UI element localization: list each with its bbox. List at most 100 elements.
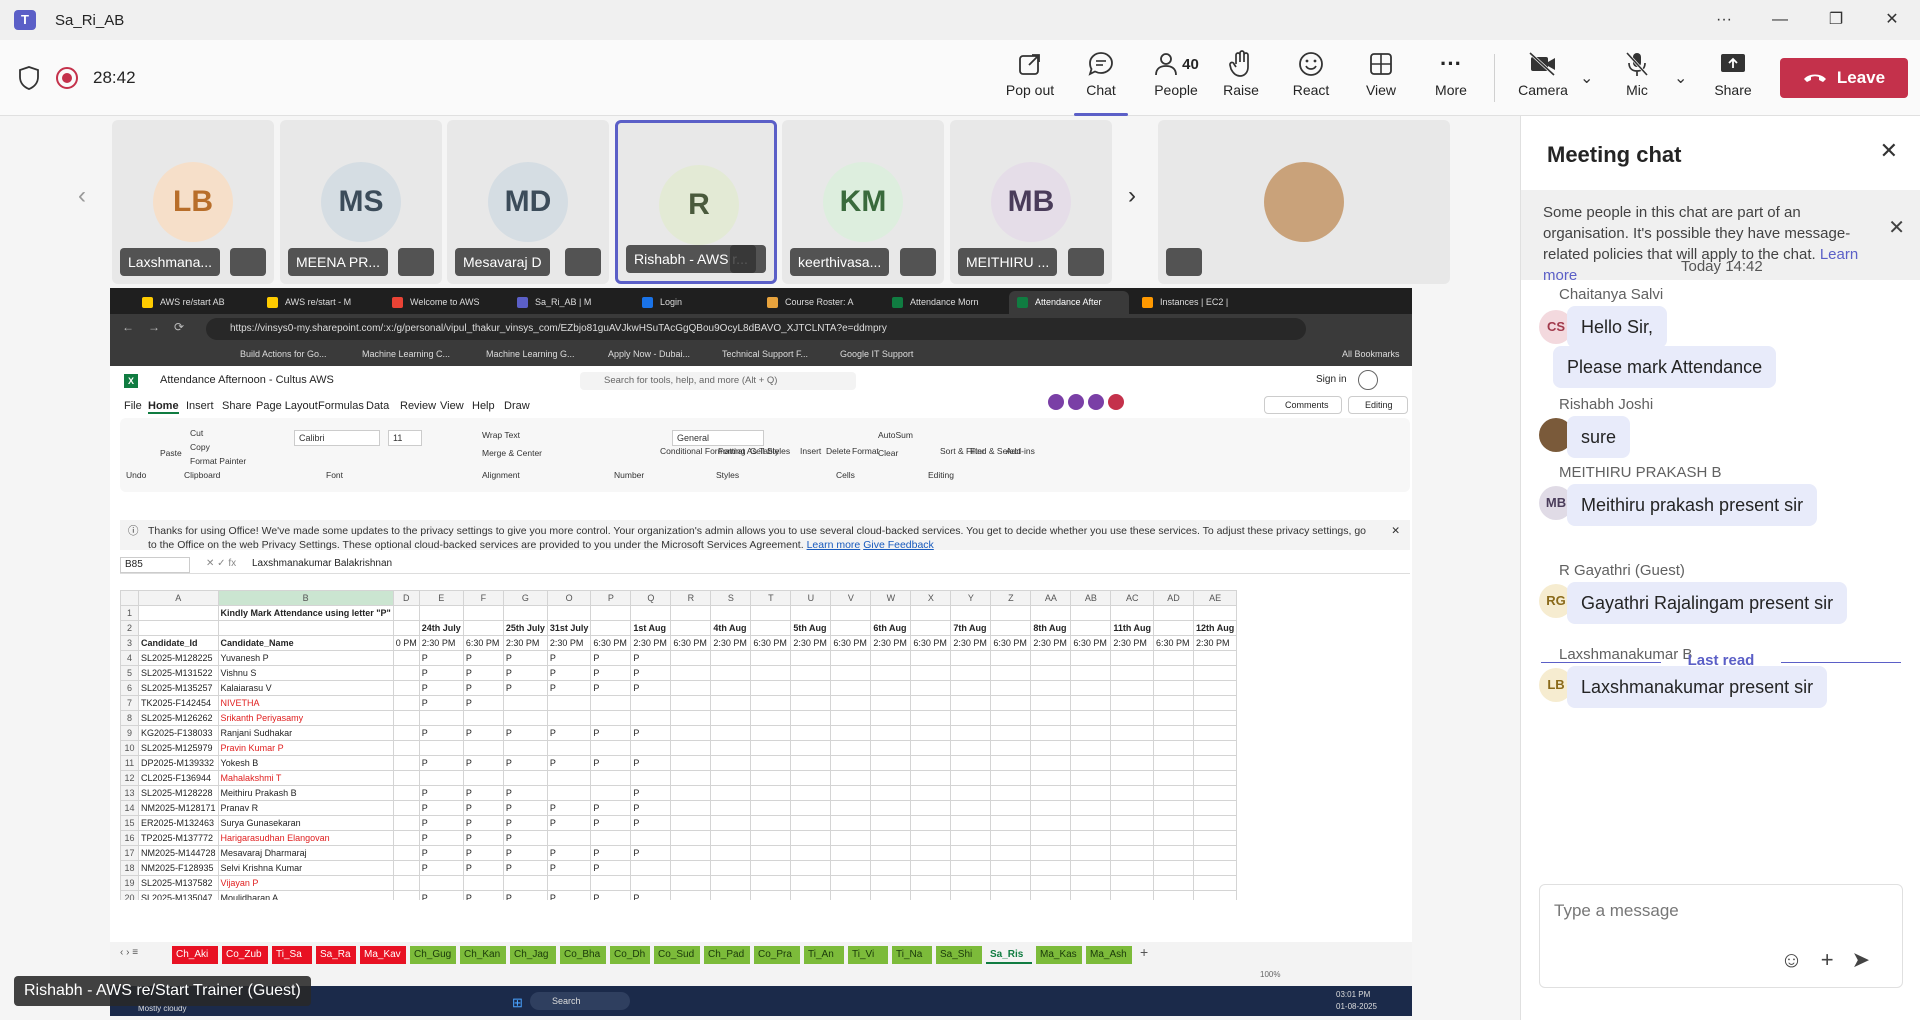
bookmark-link[interactable]: Machine Learning C...: [362, 349, 450, 359]
attendance-cell[interactable]: [830, 875, 872, 891]
attendance-cell[interactable]: [710, 785, 752, 801]
attendance-cell[interactable]: [462, 770, 504, 786]
time-header[interactable]: 6:30 PM: [1153, 635, 1195, 651]
attendance-cell[interactable]: [670, 755, 712, 771]
attendance-cell[interactable]: [910, 815, 952, 831]
people-button[interactable]: 40 People: [1136, 48, 1216, 108]
attendance-cell[interactable]: [790, 770, 832, 786]
minimize-button[interactable]: —: [1752, 0, 1808, 40]
attendance-cell[interactable]: P: [546, 860, 592, 876]
attendance-cell[interactable]: P: [502, 785, 548, 801]
time-header[interactable]: 6:30 PM: [462, 635, 504, 651]
attendance-cell[interactable]: P: [546, 665, 592, 681]
attendance-cell[interactable]: [950, 890, 992, 900]
send-icon[interactable]: ➤: [1852, 947, 1888, 972]
time-header[interactable]: 2:30 PM: [1030, 635, 1072, 651]
attendance-cell[interactable]: [1193, 725, 1238, 741]
browser-tab[interactable]: Attendance After: [1009, 291, 1129, 314]
attendance-cell[interactable]: [990, 785, 1032, 801]
attendance-cell[interactable]: [790, 725, 832, 741]
attendance-cell[interactable]: [910, 875, 952, 891]
attendance-cell[interactable]: [1070, 740, 1112, 756]
attendance-cell[interactable]: [1193, 800, 1238, 816]
attendance-cell[interactable]: [546, 770, 592, 786]
bookmark-link[interactable]: Google IT Support: [840, 349, 913, 359]
ribbon-command[interactable]: AutoSum: [878, 430, 913, 440]
ribbon-tab[interactable]: Insert: [186, 400, 214, 412]
popout-button[interactable]: Pop out: [995, 48, 1065, 108]
ribbon-command[interactable]: Alignment: [482, 470, 520, 480]
attendance-cell[interactable]: [1153, 860, 1195, 876]
ribbon-command[interactable]: Add-ins: [1006, 446, 1035, 456]
attendance-cell[interactable]: P: [462, 860, 504, 876]
attendance-cell[interactable]: [910, 800, 952, 816]
attendance-cell[interactable]: [1030, 890, 1072, 900]
sheet-tab[interactable]: Co_Bha: [560, 946, 606, 964]
zoom-level[interactable]: 100%: [1260, 970, 1280, 979]
more-options-icon[interactable]: ···: [1696, 0, 1752, 40]
signin-link[interactable]: Sign in: [1316, 374, 1347, 385]
attendance-cell[interactable]: P: [418, 650, 464, 666]
candidate-name-cell[interactable]: NIVETHA: [217, 695, 394, 711]
attendance-cell[interactable]: [670, 650, 712, 666]
browser-tab[interactable]: Sa_Ri_AB | M: [509, 291, 629, 314]
attendance-cell[interactable]: [950, 815, 992, 831]
attendance-cell[interactable]: [790, 890, 832, 900]
attendance-cell[interactable]: [910, 845, 952, 861]
sheet-tab[interactable]: Sa_Ris: [986, 946, 1032, 964]
candidate-name-cell[interactable]: Moulidharan A: [217, 890, 394, 900]
close-chat-icon[interactable]: ✕: [1880, 138, 1898, 164]
attendance-cell[interactable]: [1193, 815, 1238, 831]
attendance-cell[interactable]: [950, 785, 992, 801]
attendance-cell[interactable]: P: [630, 755, 672, 771]
spreadsheet-grid[interactable]: A B D E F G O P Q R S T U V W X Y Z AA AB AC AD AE 1 Kindly Mark…: [120, 590, 1410, 900]
date-header[interactable]: [830, 620, 872, 636]
date-header[interactable]: 4th Aug: [710, 620, 752, 636]
attendance-cell[interactable]: [1030, 695, 1072, 711]
taskbar-search[interactable]: Search: [530, 992, 630, 1010]
attendance-cell[interactable]: P: [462, 800, 504, 816]
sheet-tab[interactable]: Sa_Shi: [936, 946, 982, 964]
attendance-cell[interactable]: [1153, 830, 1195, 846]
ribbon-tab[interactable]: Share: [222, 400, 251, 412]
attendance-cell[interactable]: [670, 815, 712, 831]
ribbon-tab[interactable]: File: [124, 400, 142, 412]
candidate-id-cell[interactable]: NM2025-F128935: [138, 860, 219, 876]
sheet-tab[interactable]: Ti_Vi: [848, 946, 888, 964]
attendance-cell[interactable]: [990, 770, 1032, 786]
attendance-cell[interactable]: [870, 650, 912, 666]
candidate-name-cell[interactable]: Meithiru Prakash B: [217, 785, 394, 801]
attendance-cell[interactable]: P: [502, 650, 548, 666]
attendance-cell[interactable]: [950, 770, 992, 786]
ribbon-command[interactable]: Clear: [878, 448, 898, 458]
attendance-cell[interactable]: [1070, 890, 1112, 900]
time-header[interactable]: 2:30 PM: [630, 635, 672, 651]
column-header[interactable]: Z: [990, 590, 1032, 606]
ribbon-tab[interactable]: Home: [148, 400, 179, 414]
attendance-cell[interactable]: [790, 695, 832, 711]
attendance-cell[interactable]: P: [418, 815, 464, 831]
react-button[interactable]: React: [1276, 48, 1346, 108]
attendance-cell[interactable]: [790, 755, 832, 771]
attendance-cell[interactable]: P: [546, 800, 592, 816]
attendance-cell[interactable]: [1070, 725, 1112, 741]
raise-hand-button[interactable]: Raise: [1206, 48, 1276, 108]
attendance-cell[interactable]: P: [590, 650, 632, 666]
attendance-cell[interactable]: P: [630, 890, 672, 900]
chat-message-bubble[interactable]: Please mark Attendance: [1553, 346, 1777, 388]
attendance-cell[interactable]: P: [502, 755, 548, 771]
attendance-cell[interactable]: [750, 830, 792, 846]
time-header[interactable]: 2:30 PM: [870, 635, 912, 651]
time-header[interactable]: 2:30 PM: [546, 635, 592, 651]
column-header[interactable]: T: [750, 590, 792, 606]
sheet-tab[interactable]: Co_Sud: [654, 946, 700, 964]
column-header[interactable]: AA: [1030, 590, 1072, 606]
attendance-cell[interactable]: P: [502, 815, 548, 831]
date-header[interactable]: [1070, 620, 1112, 636]
time-header[interactable]: 2:30 PM: [502, 635, 548, 651]
participant-tile[interactable]: MD Mesavaraj D: [447, 120, 609, 284]
candidate-id-cell[interactable]: SL2025-M128225: [138, 650, 219, 666]
attendance-cell[interactable]: [670, 740, 712, 756]
attendance-cell[interactable]: [1030, 650, 1072, 666]
attendance-cell[interactable]: [1153, 755, 1195, 771]
